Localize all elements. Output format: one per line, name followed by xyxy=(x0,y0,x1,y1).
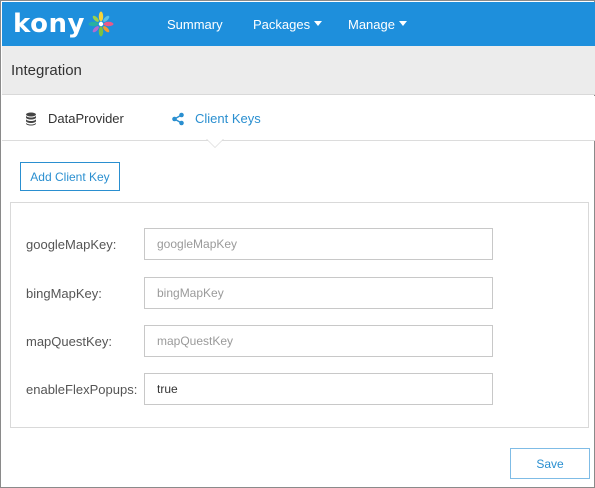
caret-down-icon xyxy=(398,20,407,26)
nav-manage-label: Manage xyxy=(348,16,395,32)
page-title: Integration xyxy=(11,62,82,79)
google-map-key-label: googleMapKey: xyxy=(26,237,117,252)
active-tab-indicator-fill xyxy=(207,139,223,147)
tab-bar: DataProvider Client Keys xyxy=(2,96,595,141)
save-button[interactable]: Save xyxy=(510,448,590,479)
map-quest-key-input[interactable] xyxy=(144,325,493,357)
tab-dataprovider-label: DataProvider xyxy=(48,111,124,126)
page-heading-bar: Integration xyxy=(2,46,595,95)
brand-name: kony xyxy=(13,9,85,39)
nav-packages-label: Packages xyxy=(253,16,311,32)
bing-map-key-input[interactable] xyxy=(144,277,493,309)
share-icon xyxy=(172,112,184,125)
add-client-key-button[interactable]: Add Client Key xyxy=(20,162,120,191)
brand-logo[interactable]: kony xyxy=(13,8,114,40)
google-map-key-input[interactable] xyxy=(144,228,493,260)
tab-client-keys-label: Client Keys xyxy=(195,111,261,126)
nav-summary[interactable]: Summary xyxy=(167,2,223,46)
enable-flex-popups-input[interactable] xyxy=(144,373,493,405)
app-window: kony Summary Packages Manage Integration… xyxy=(0,0,595,488)
nav-summary-label: Summary xyxy=(167,16,223,32)
tab-dataprovider[interactable]: DataProvider xyxy=(24,96,124,141)
enable-flex-popups-label: enableFlexPopups: xyxy=(26,382,138,397)
top-nav-bar: kony Summary Packages Manage xyxy=(2,2,595,46)
map-quest-key-label: mapQuestKey: xyxy=(26,334,112,349)
caret-down-icon xyxy=(314,20,323,26)
kony-pinwheel-logo-icon xyxy=(88,11,114,37)
bing-map-key-label: bingMapKey: xyxy=(26,286,102,301)
database-icon xyxy=(26,112,36,125)
nav-manage-menu[interactable]: Manage xyxy=(348,2,407,46)
nav-packages-menu[interactable]: Packages xyxy=(253,2,323,46)
tab-client-keys[interactable]: Client Keys xyxy=(171,96,261,141)
